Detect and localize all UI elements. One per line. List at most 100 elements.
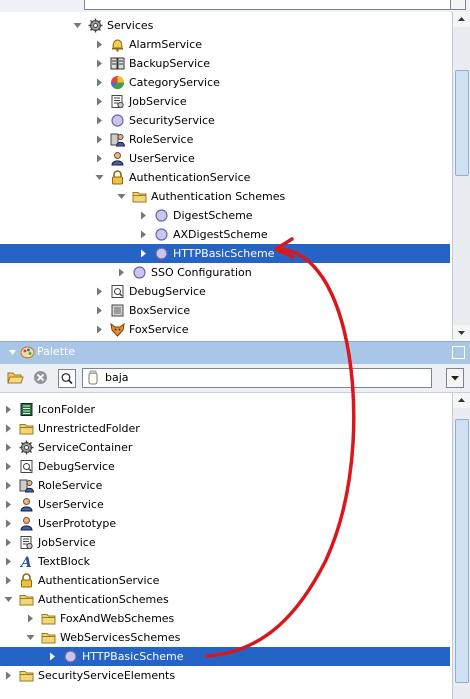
expand-toggle-icon[interactable] — [95, 97, 104, 106]
collapse-toggle-icon[interactable] — [117, 192, 126, 201]
expand-toggle-icon[interactable] — [95, 40, 104, 49]
nav-tree-row[interactable]: AlarmService — [0, 35, 450, 54]
expand-toggle-icon[interactable] — [95, 59, 104, 68]
expand-toggle-icon[interactable] — [4, 671, 13, 680]
nav-tree-row[interactable]: AXDigestScheme — [0, 225, 450, 244]
expand-toggle-icon[interactable] — [95, 135, 104, 144]
nav-tree-row[interactable]: SecurityService — [0, 111, 450, 130]
expand-toggle-icon[interactable] — [139, 230, 148, 239]
nav-tree-row[interactable]: BackupService — [0, 54, 450, 73]
category-icon — [110, 75, 125, 90]
nav-tree-row[interactable]: CategoryService — [0, 73, 450, 92]
palette-row-label: IconFolder — [38, 403, 95, 416]
palette-row-label: DebugService — [38, 460, 115, 473]
nav-tree-row[interactable]: JobService — [0, 92, 450, 111]
nav-tree-row[interactable]: AuthenticationService — [0, 168, 450, 187]
palette-row[interactable]: AuthenticationSchemes — [0, 590, 450, 609]
palette-row[interactable]: UserService — [0, 495, 450, 514]
palette-row[interactable]: FoxAndWebSchemes — [0, 609, 450, 628]
nav-tree-row-label: Services — [107, 19, 154, 32]
expand-toggle-icon[interactable] — [26, 614, 35, 623]
expand-toggle-icon[interactable] — [95, 116, 104, 125]
expand-toggle-icon[interactable] — [4, 443, 13, 452]
gear-icon — [88, 18, 103, 33]
expand-toggle-icon[interactable] — [95, 287, 104, 296]
find-button[interactable] — [58, 369, 76, 388]
expand-toggle-icon[interactable] — [95, 325, 104, 334]
collapse-toggle-icon[interactable] — [4, 595, 13, 604]
open-folder-icon[interactable] — [7, 370, 24, 385]
palette-scrollbar[interactable] — [452, 393, 470, 699]
collapse-toggle-icon[interactable] — [73, 21, 82, 30]
nav-scroll-up-button[interactable] — [453, 12, 470, 27]
nav-tree-row[interactable]: DigestScheme — [0, 206, 450, 225]
expand-toggle-icon[interactable] — [4, 481, 13, 490]
palette-row[interactable]: HTTPBasicScheme — [0, 647, 450, 666]
palette-scroll-up-button[interactable] — [453, 393, 470, 408]
palette-module-dropdown[interactable] — [446, 368, 464, 388]
palette-row-label: AuthenticationService — [38, 574, 160, 587]
nav-tree-row[interactable]: Authentication Schemes — [0, 187, 450, 206]
expand-toggle-icon[interactable] — [95, 306, 104, 315]
palette-module-field[interactable]: baja — [82, 368, 432, 388]
expand-toggle-icon[interactable] — [139, 211, 148, 220]
nav-scrollbar[interactable] — [452, 12, 470, 340]
palette-row[interactable]: JobService — [0, 533, 450, 552]
maximize-icon[interactable] — [452, 346, 465, 359]
nav-tree-row[interactable]: FoxService — [0, 320, 450, 339]
nav-scroll-thumb[interactable] — [455, 70, 469, 176]
collapse-toggle-icon[interactable] — [26, 633, 35, 642]
palette-row[interactable]: WebServicesSchemes — [0, 628, 450, 647]
palette-row-label: RoleService — [38, 479, 103, 492]
expand-toggle-icon[interactable] — [4, 500, 13, 509]
palette-row-label: UserPrototype — [38, 517, 117, 530]
collapse-icon[interactable] — [8, 348, 17, 357]
palette-scroll-thumb[interactable] — [455, 419, 469, 683]
folder-icon — [132, 189, 147, 204]
expand-toggle-icon[interactable] — [4, 519, 13, 528]
nav-tree-row[interactable]: DebugService — [0, 282, 450, 301]
expand-toggle-icon[interactable] — [95, 154, 104, 163]
palette-row[interactable]: DebugService — [0, 457, 450, 476]
nav-tree-row-label: JobService — [129, 95, 187, 108]
palette-row[interactable]: A TextBlock — [0, 552, 450, 571]
expand-toggle-icon[interactable] — [117, 268, 126, 277]
nav-scroll-down-button[interactable] — [453, 325, 470, 340]
expand-toggle-icon[interactable] — [4, 462, 13, 471]
expand-toggle-icon[interactable] — [4, 576, 13, 585]
nav-tree-row[interactable]: BoxService — [0, 301, 450, 320]
nav-tree-row[interactable]: HTTPBasicScheme — [0, 244, 450, 263]
nav-tree-row[interactable]: Services — [0, 16, 450, 35]
collapse-toggle-icon[interactable] — [95, 173, 104, 182]
expand-toggle-icon[interactable] — [4, 405, 13, 414]
palette-row-label: AuthenticationSchemes — [38, 593, 169, 606]
palette-row[interactable]: AuthenticationService — [0, 571, 450, 590]
expand-toggle-icon[interactable] — [4, 424, 13, 433]
palette-row-label: UnrestrictedFolder — [38, 422, 140, 435]
palette-module-value: baja — [105, 371, 129, 384]
user-icon — [19, 497, 34, 512]
palette-title: Palette — [37, 345, 76, 358]
palette-row[interactable]: IconFolder — [0, 400, 450, 419]
palette-row[interactable]: RoleService — [0, 476, 450, 495]
role-icon — [110, 132, 126, 147]
palette-row[interactable]: SecurityServiceElements — [0, 666, 450, 685]
nav-tree-row-label: DigestScheme — [173, 209, 253, 222]
path-combo[interactable] — [84, 0, 452, 10]
palette-row[interactable]: UserPrototype — [0, 514, 450, 533]
palette-row[interactable]: ServiceContainer — [0, 438, 450, 457]
nav-tree-row[interactable]: UserService — [0, 149, 450, 168]
folder-icon — [41, 611, 56, 626]
expand-toggle-icon[interactable] — [48, 652, 57, 661]
path-dropdown-button[interactable] — [450, 0, 466, 10]
debug-icon — [110, 284, 125, 299]
close-circle-icon[interactable] — [33, 370, 48, 385]
palette-row[interactable]: UnrestrictedFolder — [0, 419, 450, 438]
expand-toggle-icon[interactable] — [139, 249, 148, 258]
expand-toggle-icon[interactable] — [4, 538, 13, 547]
backup-icon — [110, 56, 125, 71]
nav-tree-row[interactable]: RoleService — [0, 130, 450, 149]
expand-toggle-icon[interactable] — [95, 78, 104, 87]
nav-tree-row[interactable]: SSO Configuration — [0, 263, 450, 282]
expand-toggle-icon[interactable] — [4, 557, 13, 566]
